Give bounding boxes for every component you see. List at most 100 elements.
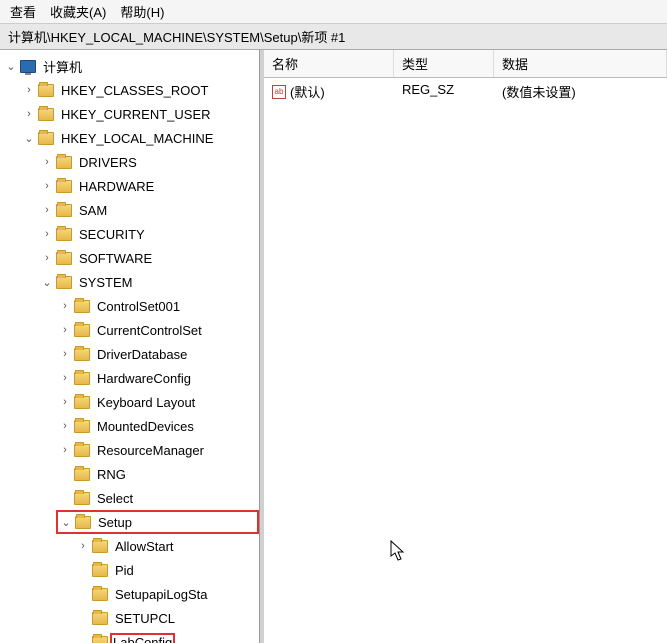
list-header: 名称 类型 数据 bbox=[264, 50, 667, 78]
tree-label: Pid bbox=[112, 562, 137, 579]
tree-resourcemanager[interactable]: › ResourceManager bbox=[58, 438, 259, 462]
tree-label: DriverDatabase bbox=[94, 346, 190, 363]
folder-icon bbox=[74, 444, 90, 457]
chevron-right-icon[interactable]: › bbox=[40, 156, 54, 168]
chevron-right-icon[interactable]: › bbox=[58, 372, 72, 384]
folder-icon bbox=[56, 204, 72, 217]
folder-icon bbox=[92, 540, 108, 553]
chevron-right-icon[interactable]: › bbox=[40, 180, 54, 192]
chevron-right-icon[interactable]: › bbox=[58, 300, 72, 312]
tree-hkcr[interactable]: › HKEY_CLASSES_ROOT bbox=[22, 78, 259, 102]
chevron-right-icon[interactable]: › bbox=[58, 420, 72, 432]
tree-root-computer[interactable]: ⌄ 计算机 bbox=[4, 54, 259, 78]
list-row[interactable]: ab (默认) REG_SZ (数值未设置) bbox=[264, 78, 667, 105]
tree-allowstart[interactable]: › AllowStart bbox=[76, 534, 259, 558]
chevron-right-icon[interactable]: › bbox=[58, 324, 72, 336]
folder-icon bbox=[74, 300, 90, 313]
chevron-right-icon[interactable]: › bbox=[40, 228, 54, 240]
tree-keyboardlayout[interactable]: › Keyboard Layout bbox=[58, 390, 259, 414]
tree-hardwareconfig[interactable]: › HardwareConfig bbox=[58, 366, 259, 390]
folder-icon bbox=[56, 228, 72, 241]
folder-icon bbox=[74, 324, 90, 337]
chevron-right-icon[interactable]: › bbox=[22, 84, 36, 96]
tree-hardware[interactable]: › HARDWARE bbox=[40, 174, 259, 198]
value-list-pane[interactable]: 名称 类型 数据 ab (默认) REG_SZ (数值未设置) bbox=[264, 50, 667, 643]
tree-mounteddevices[interactable]: › MountedDevices bbox=[58, 414, 259, 438]
tree-label: Setup bbox=[95, 514, 135, 531]
address-bar[interactable]: 计算机\HKEY_LOCAL_MACHINE\SYSTEM\Setup\新项 #… bbox=[0, 24, 667, 50]
tree-pid[interactable]: Pid bbox=[76, 558, 259, 582]
folder-icon bbox=[56, 156, 72, 169]
column-header-type[interactable]: 类型 bbox=[394, 50, 494, 77]
tree-label: HKEY_CURRENT_USER bbox=[58, 106, 214, 123]
chevron-right-icon[interactable]: › bbox=[58, 396, 72, 408]
chevron-right-icon[interactable]: › bbox=[40, 252, 54, 264]
menu-favorites[interactable]: 收藏夹(A) bbox=[50, 2, 106, 21]
folder-icon bbox=[74, 468, 90, 481]
tree-label: RNG bbox=[94, 466, 129, 483]
folder-icon bbox=[38, 108, 54, 121]
tree-select[interactable]: Select bbox=[58, 486, 259, 510]
column-header-name[interactable]: 名称 bbox=[264, 50, 394, 77]
folder-icon bbox=[92, 564, 108, 577]
tree-label: SOFTWARE bbox=[76, 250, 155, 267]
chevron-right-icon[interactable]: › bbox=[58, 348, 72, 360]
folder-icon bbox=[74, 348, 90, 361]
tree-label: 计算机 bbox=[40, 56, 85, 77]
tree-hklm[interactable]: ⌄ HKEY_LOCAL_MACHINE bbox=[22, 126, 259, 150]
menu-help[interactable]: 帮助(H) bbox=[120, 2, 164, 21]
tree-label: Keyboard Layout bbox=[94, 394, 198, 411]
string-value-icon: ab bbox=[272, 85, 286, 99]
tree-hkcu[interactable]: › HKEY_CURRENT_USER bbox=[22, 102, 259, 126]
tree-system[interactable]: ⌄ SYSTEM bbox=[40, 270, 259, 294]
chevron-right-icon[interactable]: › bbox=[22, 108, 36, 120]
tree-pane[interactable]: ⌄ 计算机 › HKEY_CLASSES_ROOT › HKEY_ bbox=[0, 50, 260, 643]
chevron-down-icon[interactable]: ⌄ bbox=[4, 60, 18, 73]
chevron-down-icon[interactable]: ⌄ bbox=[59, 516, 73, 529]
chevron-right-icon[interactable]: › bbox=[58, 444, 72, 456]
tree-sam[interactable]: › SAM bbox=[40, 198, 259, 222]
chevron-down-icon[interactable]: ⌄ bbox=[22, 132, 36, 145]
tree-label: SETUPCL bbox=[112, 610, 178, 627]
tree-label: SECURITY bbox=[76, 226, 148, 243]
folder-icon bbox=[92, 612, 108, 625]
tree-setupcl[interactable]: SETUPCL bbox=[76, 606, 259, 630]
tree-setupapilog[interactable]: SetupapiLogSta bbox=[76, 582, 259, 606]
folder-icon bbox=[56, 180, 72, 193]
folder-icon bbox=[74, 396, 90, 409]
folder-icon bbox=[74, 420, 90, 433]
chevron-right-icon[interactable]: › bbox=[40, 204, 54, 216]
tree-label: Select bbox=[94, 490, 136, 507]
chevron-right-icon[interactable]: › bbox=[76, 540, 90, 552]
tree-label: ResourceManager bbox=[94, 442, 207, 459]
tree-label: SAM bbox=[76, 202, 110, 219]
menu-view[interactable]: 查看 bbox=[10, 2, 36, 21]
folder-icon bbox=[38, 132, 54, 145]
tree-drivers[interactable]: › DRIVERS bbox=[40, 150, 259, 174]
tree-driverdatabase[interactable]: › DriverDatabase bbox=[58, 342, 259, 366]
menu-bar: 查看 收藏夹(A) 帮助(H) bbox=[0, 0, 667, 24]
computer-icon bbox=[20, 60, 36, 73]
tree-controlset001[interactable]: › ControlSet001 bbox=[58, 294, 259, 318]
tree-label: HardwareConfig bbox=[94, 370, 194, 387]
tree-currentcontrolset[interactable]: › CurrentControlSet bbox=[58, 318, 259, 342]
value-name: (默认) bbox=[290, 82, 325, 101]
folder-icon bbox=[74, 492, 90, 505]
tree-label: AllowStart bbox=[112, 538, 177, 555]
value-data: (数值未设置) bbox=[494, 80, 667, 103]
tree-label: CurrentControlSet bbox=[94, 322, 205, 339]
tree-setup[interactable]: ⌄ Setup bbox=[56, 510, 259, 534]
tree-label: DRIVERS bbox=[76, 154, 140, 171]
value-type: REG_SZ bbox=[394, 80, 494, 103]
folder-icon bbox=[38, 84, 54, 97]
tree-label: HKEY_CLASSES_ROOT bbox=[58, 82, 211, 99]
tree-security[interactable]: › SECURITY bbox=[40, 222, 259, 246]
tree-label: SYSTEM bbox=[76, 274, 135, 291]
tree-software[interactable]: › SOFTWARE bbox=[40, 246, 259, 270]
tree-rng[interactable]: RNG bbox=[58, 462, 259, 486]
tree-label: LabConfig bbox=[110, 633, 175, 643]
column-header-data[interactable]: 数据 bbox=[494, 50, 667, 77]
tree-label: ControlSet001 bbox=[94, 298, 183, 315]
chevron-down-icon[interactable]: ⌄ bbox=[40, 276, 54, 289]
folder-icon bbox=[56, 276, 72, 289]
